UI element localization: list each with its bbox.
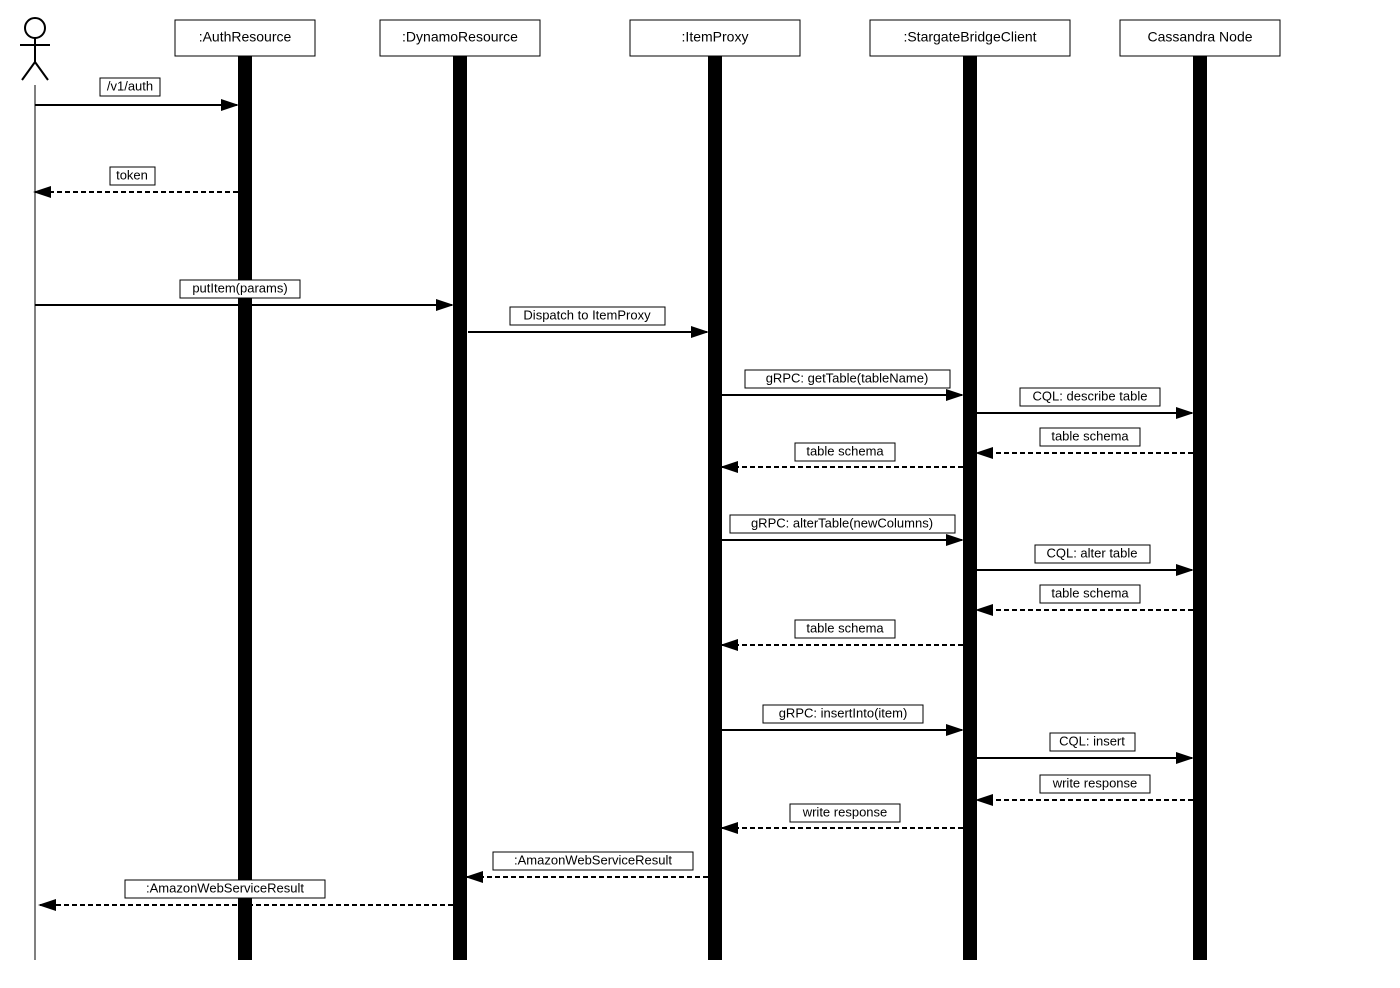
message-tableschema3: table schema [977,585,1193,610]
actor-sdk-client [20,18,50,80]
message-describetable: CQL: describe table [977,388,1192,413]
message-insertinto: gRPC: insertInto(item) [722,705,962,730]
message-cqlinsert-label: CQL: insert [1059,733,1125,748]
participant-dynamo: :DynamoResource [380,20,540,56]
message-cqlalter-label: CQL: alter table [1046,545,1137,560]
participant-auth: :AuthResource [175,20,315,56]
message-awsresult2-label: :AmazonWebServiceResult [146,880,304,895]
sequence-diagram: :AuthResource :DynamoResource :ItemProxy… [0,0,1400,988]
participant-bridge-label: :StargateBridgeClient [903,29,1036,45]
message-awsresult1-label: :AmazonWebServiceResult [514,852,672,867]
message-dispatch: Dispatch to ItemProxy [468,307,707,332]
participant-cassandra: Cassandra Node [1120,20,1280,56]
participant-item: :ItemProxy [630,20,800,56]
message-tableschema4-label: table schema [806,620,884,635]
message-cqlalter: CQL: alter table [977,545,1192,570]
message-tableschema2: table schema [722,443,963,467]
message-writeresponse1-label: write response [1052,775,1138,790]
message-cqlinsert: CQL: insert [977,733,1192,758]
message-token: token [35,167,238,192]
message-token-label: token [116,167,148,182]
message-writeresponse1: write response [977,775,1193,800]
message-putitem-label: putItem(params) [192,280,287,295]
participant-item-label: :ItemProxy [682,29,749,45]
message-gettable-label: gRPC: getTable(tableName) [766,370,929,385]
participant-auth-label: :AuthResource [199,29,292,45]
participant-dynamo-label: :DynamoResource [402,29,518,45]
message-altertable-label: gRPC: alterTable(newColumns) [751,515,933,530]
message-auth: /v1/auth [35,78,237,105]
message-tableschema2-label: table schema [806,443,884,458]
message-writeresponse2: write response [722,804,963,828]
message-altertable: gRPC: alterTable(newColumns) [722,515,962,540]
message-dispatch-label: Dispatch to ItemProxy [523,307,651,322]
message-awsresult1: :AmazonWebServiceResult [467,852,708,877]
message-writeresponse2-label: write response [802,804,888,819]
message-describetable-label: CQL: describe table [1033,388,1148,403]
message-tableschema3-label: table schema [1051,585,1129,600]
message-tableschema4: table schema [722,620,963,645]
participant-bridge: :StargateBridgeClient [870,20,1070,56]
message-tableschema1-label: table schema [1051,428,1129,443]
message-insertinto-label: gRPC: insertInto(item) [779,705,908,720]
participant-cassandra-label: Cassandra Node [1147,29,1252,45]
message-auth-label: /v1/auth [107,78,153,93]
message-tableschema1: table schema [977,428,1193,453]
message-gettable: gRPC: getTable(tableName) [722,370,962,395]
